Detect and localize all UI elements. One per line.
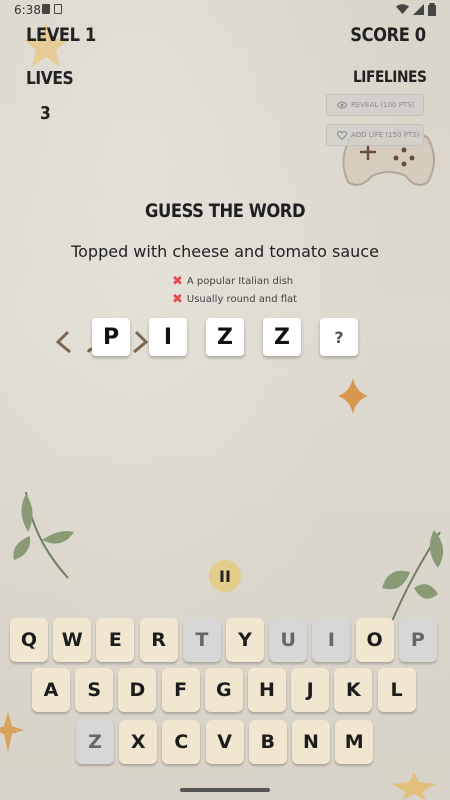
key-c[interactable]: C [162,720,201,764]
star-doodle-bottom-right-icon [392,772,436,800]
key-j[interactable]: J [291,668,330,712]
add-life-lifeline-button[interactable]: ADD LIFE (150 PTS) [326,124,424,146]
screenshot-icon [54,4,62,14]
signal-icon [413,4,424,15]
hint-item: ✖ Usually round and flat [172,291,298,307]
heart-icon [337,130,347,140]
key-m[interactable]: M [335,720,374,764]
sim-card-icon [42,4,50,14]
lives-value: 3 [40,103,51,124]
puzzle-title-text: GUESS THE WORD [144,200,306,222]
add-life-lifeline-label: ADD LIFE (150 PTS) [351,131,420,139]
key-q[interactable]: Q [10,618,48,662]
system-icons [396,3,436,16]
key-a[interactable]: A [32,668,70,712]
score-indicator: SCORE 0 [350,24,427,46]
reveal-lifeline-button[interactable]: REVEAL (100 PTS) [326,94,424,116]
key-k[interactable]: K [334,668,373,712]
answer-tiles: P I Z Z ? [0,318,450,358]
star-doodle-bottom-left-icon [0,712,24,752]
reveal-lifeline-label: REVEAL (100 PTS) [351,101,415,109]
key-b[interactable]: B [248,720,287,764]
key-e[interactable]: E [96,618,135,662]
key-y[interactable]: Y [226,618,264,662]
puzzle-title: GUESS THE WORD [0,200,450,222]
unknown-letter-tile: ? [320,318,358,356]
status-time: 6:38 [14,3,41,17]
cross-icon: ✖ [172,291,183,307]
key-p[interactable]: P [398,618,437,662]
key-s[interactable]: S [75,668,114,712]
key-g[interactable]: G [204,668,243,712]
status-bar: 6:38 [0,0,450,22]
hint-text: Usually round and flat [186,294,298,305]
key-x[interactable]: X [119,720,158,764]
leaf-doodle-right-icon [382,530,444,627]
leaf-doodle-left-icon [13,491,74,579]
key-z[interactable]: Z [76,720,114,764]
key-l[interactable]: L [377,668,416,712]
lifelines-label: LIFELINES [352,67,426,86]
key-f[interactable]: F [161,668,200,712]
cross-icon: ✖ [172,273,183,289]
battery-icon [428,3,436,16]
letter-tile: Z [263,318,301,356]
key-o[interactable]: O [355,618,394,662]
key-u[interactable]: U [269,618,308,662]
key-n[interactable]: N [292,720,330,764]
hint-item: ✖ A popular Italian dish [172,273,294,289]
sparkle-icon [338,378,368,414]
pause-button[interactable]: II [209,560,241,592]
key-d[interactable]: D [118,668,157,712]
lives-label: LIVES [26,68,74,89]
clue-text: Topped with cheese and tomato sauce [71,242,379,261]
gesture-nav-handle[interactable] [180,788,270,792]
letter-tile: I [149,318,187,356]
level-indicator: LEVEL 1 [26,24,96,46]
key-r[interactable]: R [139,618,178,662]
key-t[interactable]: T [182,618,221,662]
notification-icons [42,4,62,14]
wifi-icon [396,4,409,14]
key-v[interactable]: V [205,720,244,764]
letter-tile: Z [206,318,244,356]
key-w[interactable]: W [53,618,92,662]
key-h[interactable]: H [248,668,286,712]
key-i[interactable]: I [312,618,351,662]
hint-text: A popular Italian dish [186,276,294,287]
eye-icon [337,101,347,109]
letter-tile: P [92,318,130,356]
